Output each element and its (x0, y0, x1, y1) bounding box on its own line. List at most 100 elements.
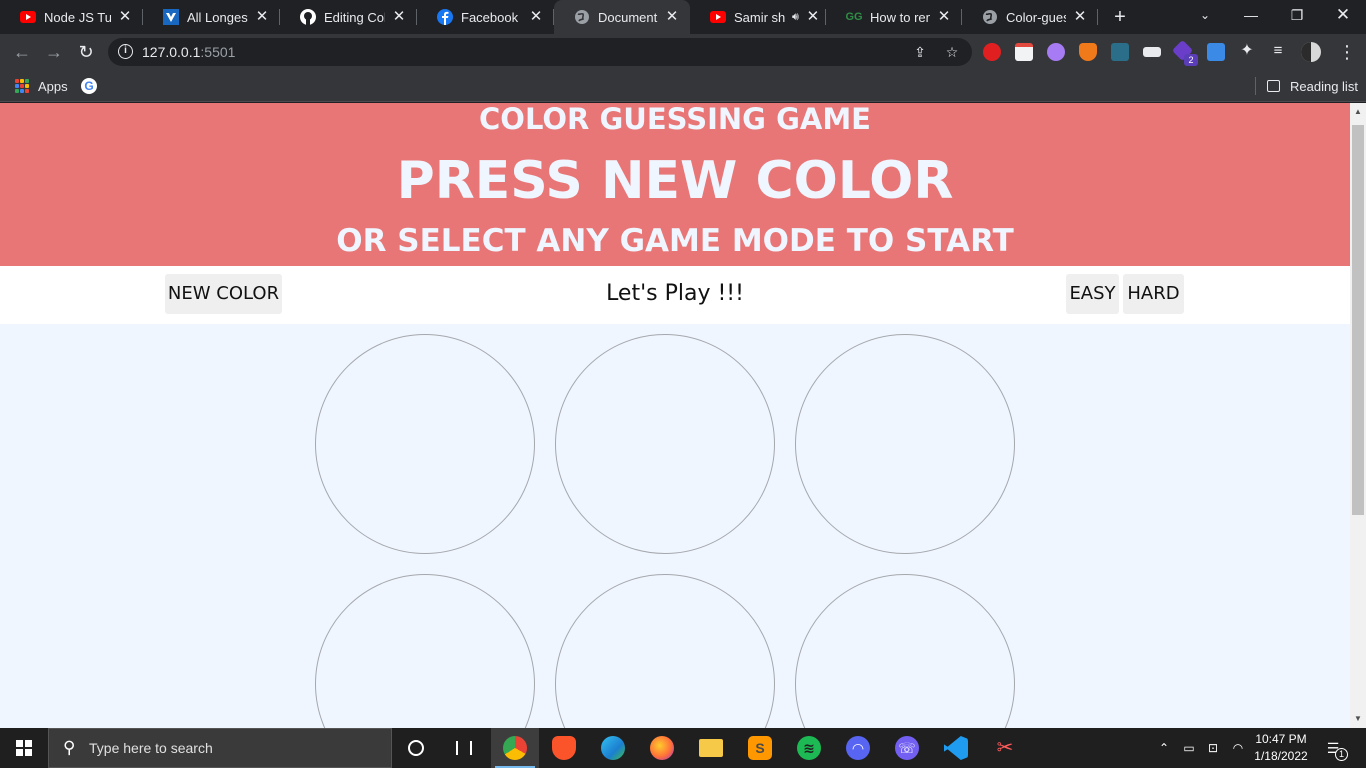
info-icon[interactable]: i (118, 44, 133, 59)
download-extension-icon[interactable] (1207, 43, 1225, 61)
calendar-extension-icon[interactable] (1015, 43, 1033, 61)
file-explorer-icon[interactable] (687, 728, 735, 768)
vuetify-icon (163, 9, 179, 25)
edge-icon[interactable] (589, 728, 637, 768)
speaker-icon[interactable]: 🔊︎ (792, 11, 799, 24)
close-icon[interactable]: ✕ (805, 9, 821, 25)
page-viewport: COLOR GUESSING GAME PRESS NEW COLOR OR S… (0, 103, 1350, 728)
close-icon[interactable]: ✕ (117, 9, 133, 25)
taskbar-search[interactable]: ⚲ Type here to search (48, 728, 392, 768)
tab-color-guessing[interactable]: Color-guessin ✕ (962, 0, 1098, 34)
hard-button[interactable]: HARD (1123, 274, 1184, 314)
close-icon[interactable]: ✕ (664, 9, 680, 25)
print-extension-icon[interactable] (1143, 47, 1161, 57)
menu-dots-icon[interactable]: ⋮ (1338, 40, 1356, 64)
tab-title: Color-guessin (1006, 9, 1066, 25)
tab-title: Node JS Tutorial (44, 9, 111, 25)
google-icon: G (81, 78, 97, 94)
address-bar[interactable]: i 127.0.0.1:5501 ⇪ ☆ (108, 38, 972, 66)
bookmarks-divider (1255, 77, 1256, 95)
scroll-thumb[interactable] (1352, 125, 1364, 515)
profile-avatar[interactable] (1301, 42, 1321, 62)
new-color-button[interactable]: NEW COLOR (165, 274, 282, 314)
back-button[interactable]: ← (8, 38, 36, 66)
tab-samir[interactable]: Samir shr 🔊︎ ✕ (690, 0, 826, 34)
taskbar-clock[interactable]: 10:47 PM 1/18/2022 (1250, 731, 1312, 765)
apps-bookmark[interactable]: Apps (15, 76, 68, 96)
vscode-icon[interactable] (932, 728, 980, 768)
firefox-icon[interactable] (638, 728, 686, 768)
brave-icon[interactable] (540, 728, 588, 768)
start-button[interactable] (0, 728, 48, 768)
browser-toolbar: ← → ↻ i 127.0.0.1:5501 ⇪ ☆ 2 ✦ ≡ ⋮ (0, 34, 1366, 70)
sublime-text-icon[interactable]: S (736, 728, 784, 768)
tab-all-longest[interactable]: All Longest Sta ✕ (143, 0, 280, 34)
color-square[interactable] (795, 334, 1015, 554)
tab-document[interactable]: Document ✕ (554, 0, 690, 34)
restore-button[interactable]: ❐ (1274, 0, 1320, 30)
apps-grid-icon (15, 79, 29, 93)
color-square[interactable] (555, 334, 775, 554)
close-icon[interactable]: ✕ (936, 9, 952, 25)
bookmark-star-icon[interactable]: ☆ (944, 44, 960, 60)
close-icon[interactable]: ✕ (391, 9, 407, 25)
forward-button[interactable]: → (40, 38, 68, 66)
extensions-puzzle-icon[interactable]: ✦ (1239, 43, 1255, 59)
scroll-up-arrow-icon[interactable]: ▲ (1350, 105, 1366, 119)
globe-icon (574, 9, 590, 25)
facebook-icon (437, 9, 453, 25)
reading-list-label: Reading list (1290, 78, 1358, 94)
share-icon[interactable]: ⇪ (912, 44, 928, 60)
windows-logo-icon (16, 740, 32, 756)
easy-button[interactable]: EASY (1066, 274, 1119, 314)
color-picker-extension-icon[interactable] (1047, 43, 1065, 61)
chrome-taskbar-icon[interactable] (491, 728, 539, 768)
tab-search-icon[interactable]: ⌄ (1182, 0, 1228, 30)
wifi-icon[interactable]: ◠ (1229, 739, 1247, 757)
color-square[interactable] (555, 574, 775, 728)
meet-now-icon[interactable]: ⊡ (1204, 739, 1222, 757)
spotify-icon[interactable]: ≋ (785, 728, 833, 768)
color-square[interactable] (315, 574, 535, 728)
search-icon: ⚲ (63, 738, 76, 757)
tab-node-js[interactable]: Node JS Tutorial ✕ (0, 0, 143, 34)
snip-tool-icon[interactable]: ✂ (981, 728, 1029, 768)
battery-icon[interactable]: ▭ (1180, 739, 1198, 757)
task-view-icon[interactable] (440, 728, 488, 768)
page-scrollbar[interactable]: ▲ ▼ (1350, 103, 1366, 728)
youtube-icon (20, 9, 36, 25)
apps-label: Apps (38, 78, 68, 94)
scroll-down-arrow-icon[interactable]: ▼ (1350, 712, 1366, 726)
camera-extension-icon[interactable] (1111, 43, 1129, 61)
close-icon[interactable]: ✕ (1072, 9, 1088, 25)
close-icon[interactable]: ✕ (254, 9, 270, 25)
close-window-button[interactable]: ✕ (1320, 0, 1366, 30)
adblock-extension-icon[interactable] (983, 43, 1001, 61)
tab-facebook[interactable]: Facebook ✕ (417, 0, 554, 34)
geeksforgeeks-icon: GG (845, 11, 863, 23)
windows-taskbar: ⚲ Type here to search S ≋ ◠ ☏ ✂ ⌃ ▭ ⊡ ◠ … (0, 728, 1366, 768)
minimize-button[interactable]: — (1228, 0, 1274, 30)
search-placeholder: Type here to search (89, 740, 213, 756)
tab-how-to-remove[interactable]: GG How to remov ✕ (826, 0, 962, 34)
media-control-icon[interactable]: ≡ (1270, 43, 1286, 59)
youtube-icon (710, 9, 726, 25)
fox-extension-icon[interactable] (1079, 43, 1097, 61)
google-bookmark[interactable]: G (81, 76, 97, 96)
reading-list-icon (1267, 80, 1280, 92)
viber-icon[interactable]: ☏ (883, 728, 931, 768)
cortana-icon[interactable] (392, 728, 440, 768)
color-square[interactable] (315, 334, 535, 554)
new-tab-button[interactable]: + (1108, 5, 1132, 29)
tab-title: Samir shr (734, 9, 786, 25)
reload-button[interactable]: ↻ (72, 38, 100, 66)
globe-icon (982, 9, 998, 25)
reading-list-button[interactable]: Reading list (1267, 76, 1358, 96)
github-icon (300, 9, 316, 25)
url-text[interactable]: 127.0.0.1:5501 (142, 44, 235, 60)
show-hidden-icons[interactable]: ⌃ (1156, 739, 1172, 757)
color-square[interactable] (795, 574, 1015, 728)
tab-editing-color[interactable]: Editing Color-g ✕ (280, 0, 417, 34)
discord-icon[interactable]: ◠ (834, 728, 882, 768)
close-icon[interactable]: ✕ (528, 9, 544, 25)
